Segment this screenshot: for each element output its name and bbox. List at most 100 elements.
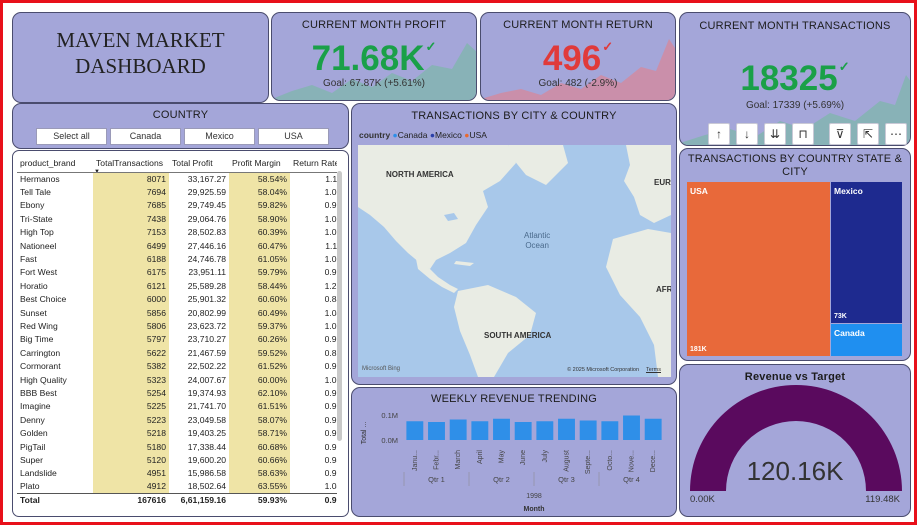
revenue-bar[interactable] [406, 421, 424, 440]
treemap-value-usa: 181K [690, 346, 707, 353]
map-attribution: © 2025 Microsoft Corporation [567, 367, 639, 373]
table-row[interactable]: Tri-State 7438 29,064.7658.90% 1.02% [17, 212, 337, 226]
table-row[interactable]: Fort West 6175 23,951.1159.79% 0.92% [17, 265, 337, 280]
x-tick-label: Dece... [650, 450, 657, 472]
map-terms-link[interactable]: Terms [646, 367, 661, 373]
focus-mode-icon[interactable]: ⇱ [857, 123, 879, 145]
table-row[interactable]: Super 5120 19,600.2060.66% 0.94% [17, 453, 337, 467]
revenue-bar[interactable] [449, 419, 467, 441]
revenue-bar[interactable] [623, 415, 640, 441]
revenue-bar[interactable] [536, 421, 554, 440]
x-axis-label: Month [524, 506, 545, 513]
revenue-bar[interactable] [558, 418, 575, 440]
kpi-profit-card[interactable]: CURRENT MONTH PROFIT 71.68K✓ Goal: 67.87… [271, 12, 477, 101]
revenue-bar[interactable] [471, 421, 489, 440]
table-cell: 29,925.59 [187, 187, 226, 198]
table-cell: Imagine [20, 401, 51, 412]
more-options-icon[interactable]: ⋯ [885, 123, 907, 145]
table-cell: 6188 [93, 252, 169, 266]
revenue-bar[interactable] [644, 418, 662, 440]
revenue-bar[interactable] [514, 422, 532, 440]
table-cell: 0.97% [324, 468, 337, 479]
table-row[interactable]: High Top 7153 28,502.8360.39% 1.01% [17, 225, 337, 239]
table-cell: 58.44% [229, 279, 290, 293]
revenue-bar[interactable] [428, 422, 445, 440]
table-row[interactable]: Imagine 5225 21,741.7061.51% 0.98% [17, 399, 337, 414]
table-row[interactable]: Ebony 7685 29,749.4559.82% 0.95% [17, 198, 337, 213]
table-cell: 59.37% [229, 319, 290, 333]
revenue-bar[interactable] [601, 421, 619, 440]
table-cell: 59.52% [229, 346, 290, 360]
kpi-return-card[interactable]: CURRENT MONTH RETURN 496✓ Goal: 482 (-2.… [480, 12, 676, 101]
table-row[interactable]: Cormorant 5382 22,502.2261.52% 0.90% [17, 359, 337, 373]
x-tick-label: July [542, 450, 549, 463]
weekly-revenue-chart[interactable]: Total ... 0.1M 0.0M Janu... Febr... March Apri… [352, 388, 677, 517]
table-row[interactable]: Sunset 5856 20,802.9960.49% 1.04% [17, 305, 337, 320]
x-tick-label: May [499, 450, 506, 464]
table-row[interactable]: Golden 5218 19,403.2558.71% 0.91% [17, 426, 337, 440]
table-cell: 0.91% [324, 414, 337, 425]
table-row[interactable]: BBB Best 5254 19,374.9362.10% 0.90% [17, 386, 337, 400]
drill-down-icon[interactable]: ↓ [736, 123, 758, 145]
y-axis-label: Total ... [361, 422, 368, 445]
x-tick-label: Nove... [629, 450, 636, 472]
table-row[interactable]: Best Choice 6000 25,901.3260.60% 0.84% [17, 292, 337, 306]
treemap-cell-canada[interactable]: Canada [831, 324, 902, 356]
table-cell: 29,749.45 [187, 200, 226, 211]
table-cell: 5218 [93, 426, 169, 440]
table-row[interactable]: Tell Tale 7694 29,925.5958.04% 1.00% [17, 185, 337, 199]
table-cell: 0.84% [324, 294, 337, 305]
table-cell: 23,623.72 [187, 320, 226, 331]
table-cell: Super [20, 454, 43, 465]
table-row[interactable]: Big Time 5797 23,710.2760.26% 0.97% [17, 332, 337, 347]
expand-hierarchy-icon[interactable]: ⊓ [792, 123, 814, 145]
table-row[interactable]: Fast 6188 24,746.7861.05% 1.09% [17, 252, 337, 266]
table-row[interactable]: Horatio 6121 25,589.2858.44% 1.25% [17, 279, 337, 293]
table-cell: 61.52% [229, 359, 290, 373]
table-row[interactable]: Nationeel 6499 27,446.1660.47% 1.11% [17, 238, 337, 253]
slicer-option-select-all[interactable]: Select all [36, 128, 107, 145]
slicer-option-mexico[interactable]: Mexico [184, 128, 255, 145]
revenue-bar[interactable] [579, 420, 597, 441]
table-header-cell[interactable]: Total Profit [169, 154, 229, 173]
sort-desc-icon: ▼ [94, 168, 100, 172]
slicer-option-canada[interactable]: Canada [110, 128, 181, 145]
table-cell: Tell Tale [20, 187, 51, 198]
table-row[interactable]: Hermanos 8071 33,167.2758.54% 1.11% [17, 172, 337, 186]
table-row[interactable]: Red Wing 5806 23,623.7259.37% 1.09% [17, 319, 337, 333]
table-header-cell[interactable]: TotalTransactions ▼ [93, 154, 169, 173]
table-cell: 27,446.16 [187, 240, 226, 251]
table-header-cell[interactable]: Profit Margin [229, 154, 290, 173]
table-row[interactable]: Denny 5223 23,049.5858.07% 0.91% [17, 413, 337, 427]
table-cell: Tri-State [20, 213, 53, 224]
table-header-cell[interactable]: product_brand [17, 154, 93, 173]
world-map[interactable]: NORTH AMERICA SOUTH AMERICA Atlantic Ocea… [358, 145, 671, 377]
table-cell: 0.89% [324, 347, 337, 358]
table-row[interactable]: Landslide 4951 15,986.5858.63% 0.97% [17, 466, 337, 480]
table-cell: 7685 [93, 198, 169, 213]
table-cell: 1.03% [324, 374, 337, 385]
treemap-cell-mexico[interactable]: Mexico 73K [831, 182, 902, 323]
table-cell: 0.96% [324, 441, 337, 452]
slicer-option-usa[interactable]: USA [258, 128, 329, 145]
treemap-cell-usa[interactable]: USA 181K [687, 182, 830, 356]
brand-table: product_brand TotalTransactions ▼ Total Pro… [17, 154, 337, 507]
table-row[interactable]: Plato 4912 18,502.6463.55% 1.04% [17, 479, 337, 494]
profit-label: CURRENT MONTH PROFIT [301, 19, 447, 31]
drill-up-icon[interactable]: ↑ [708, 123, 730, 145]
table-cell: 58.54% [229, 172, 290, 186]
legend-mexico: ●Mexico [429, 130, 462, 140]
table-row[interactable]: PigTail 5180 17,338.4460.68% 0.96% [17, 439, 337, 454]
check-icon: ✓ [425, 39, 437, 54]
table-row[interactable]: High Quality 5323 24,007.6760.00% 1.03% [17, 372, 337, 387]
table-cell: Best Choice [20, 294, 67, 305]
table-total-row[interactable]: Total1676166,61,159.1659.93%0.99% [17, 492, 337, 507]
table-header-cell[interactable]: Return Rate [290, 154, 337, 173]
filter-icon[interactable]: ⊽ [829, 123, 851, 145]
expand-all-icon[interactable]: ⇊ [764, 123, 786, 145]
revenue-bar[interactable] [493, 418, 510, 440]
table-viewport[interactable]: product_brand TotalTransactions ▼ Total Pro… [17, 154, 337, 512]
table-row[interactable]: Carrington 5622 21,467.5959.52% 0.89% [17, 346, 337, 360]
table-scrollbar[interactable] [337, 171, 342, 441]
table-cell: 59.79% [229, 265, 290, 280]
